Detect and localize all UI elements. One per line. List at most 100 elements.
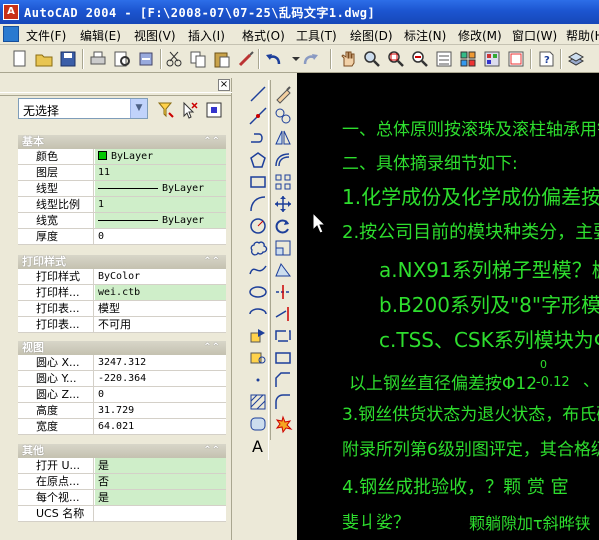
document-icon[interactable] [3, 26, 19, 42]
make-block-icon[interactable] [248, 348, 268, 368]
drawing-text-line[interactable]: b.B200系列及"8"字形模块 [379, 289, 599, 318]
drawing-text-line[interactable]: 颗躺隙加τ斜晔铗 [469, 510, 591, 534]
join-icon[interactable] [273, 348, 293, 368]
row-plot-table-attached[interactable]: 打印表... 模型 [18, 301, 226, 317]
row-thickness[interactable]: 厚度 0 [18, 229, 226, 245]
array-icon[interactable] [273, 172, 293, 192]
cut-icon[interactable] [164, 49, 184, 69]
drawing-text-line[interactable]: 3.钢丝供货状态为退火状态，布氏硬度 [342, 400, 599, 425]
copy-icon[interactable] [188, 49, 208, 69]
properties-icon[interactable] [434, 49, 454, 69]
menu-insert[interactable]: 插入(I) [188, 27, 225, 44]
hatch-icon[interactable] [248, 392, 268, 412]
multiline-text-icon[interactable]: A [248, 436, 268, 456]
chevron-down-icon[interactable]: ▼ [130, 99, 147, 118]
row-ucs-per-viewport[interactable]: 每个视... 是 [18, 490, 226, 506]
menu-help[interactable]: 帮助(H) [566, 27, 599, 44]
row-layer[interactable]: 图层 11 [18, 165, 226, 181]
drawing-text-line[interactable]: 4.钢丝成批验收，？颗 赏 宦 [342, 473, 569, 499]
drawing-text-line[interactable]: a.NX91系列梯子型模？槲？ [379, 254, 599, 283]
save-icon[interactable] [58, 49, 78, 69]
pan-realtime-icon[interactable] [338, 49, 358, 69]
selection-dropdown[interactable]: 无选择 ▼ [18, 98, 148, 119]
rotate-icon[interactable] [273, 216, 293, 236]
drawing-text-line[interactable]: 2.按公司目前的模块种类分，主要有三 [342, 218, 599, 244]
quick-select-icon[interactable] [156, 100, 176, 120]
trim-icon[interactable] [273, 282, 293, 302]
menu-edit[interactable]: 编辑(E) [80, 27, 121, 44]
menu-dimension[interactable]: 标注(N) [404, 27, 446, 44]
collapse-icon[interactable]: ⌃⌃ [203, 135, 220, 149]
row-ucs-icon-on[interactable]: 打开 U... 是 [18, 458, 226, 474]
erase-icon[interactable] [273, 84, 293, 104]
row-center-x[interactable]: 圆心 X... 3247.312 [18, 355, 226, 371]
region-icon[interactable] [248, 414, 268, 434]
collapse-icon[interactable]: ⌃⌃ [203, 444, 220, 458]
help-icon[interactable]: ? [536, 49, 556, 69]
menu-modify[interactable]: 修改(M) [458, 27, 502, 44]
menu-format[interactable]: 格式(O) [242, 27, 285, 44]
drawing-text-line[interactable]: 二、具体摘录细节如下: [342, 149, 518, 174]
drawing-text-line[interactable]: 1.化学成份及化学成份偏差按GB/T [342, 181, 599, 210]
zoom-previous-icon[interactable] [410, 49, 430, 69]
ellipse-icon[interactable] [248, 282, 268, 302]
section-misc-header[interactable]: 其他 ⌃⌃ [18, 444, 226, 458]
select-objects-icon[interactable] [180, 100, 200, 120]
row-plot-table-type[interactable]: 打印表... 不可用 [18, 317, 226, 333]
explode-icon[interactable] [273, 414, 293, 434]
tool-palettes-icon[interactable] [482, 49, 502, 69]
stretch-icon[interactable] [273, 260, 293, 280]
collapse-icon[interactable]: ⌃⌃ [203, 255, 220, 269]
menu-view[interactable]: 视图(V) [134, 27, 176, 44]
design-center-icon[interactable] [458, 49, 478, 69]
polyline-icon[interactable] [248, 128, 268, 148]
palette-grip[interactable] [0, 92, 232, 96]
ellipse-arc-icon[interactable] [248, 304, 268, 324]
menu-tools[interactable]: 工具(T) [296, 27, 337, 44]
undo-icon[interactable] [264, 49, 284, 69]
chamfer-icon[interactable] [273, 370, 293, 390]
drawing-text-line[interactable]: 斐丩娑？ [342, 508, 410, 533]
point-icon[interactable] [248, 370, 268, 390]
extend-icon[interactable] [273, 304, 293, 324]
new-file-icon[interactable] [10, 49, 30, 69]
open-folder-icon[interactable] [34, 49, 54, 69]
row-height[interactable]: 高度 31.729 [18, 403, 226, 419]
copy-object-icon[interactable] [273, 106, 293, 126]
plot-preview-icon[interactable] [112, 49, 132, 69]
redo-icon[interactable] [300, 49, 320, 69]
circle-icon[interactable] [248, 216, 268, 236]
menu-window[interactable]: 窗口(W) [512, 27, 557, 44]
row-width[interactable]: 宽度 64.021 [18, 419, 226, 435]
line-icon[interactable] [248, 84, 268, 104]
zoom-window-icon[interactable] [386, 49, 406, 69]
section-basic-header[interactable]: 基本 ⌃⌃ [18, 135, 226, 149]
paste-icon[interactable] [212, 49, 232, 69]
offset-icon[interactable] [273, 150, 293, 170]
drawing-canvas[interactable]: 一、总体原则按滚珠及滚柱轴承用铬钢 二、具体摘录细节如下: 1.化学成份及化学成… [297, 73, 599, 540]
drawing-text-line[interactable]: 附录所列第6级别图评定，其合格级别 [342, 435, 599, 460]
layers-icon[interactable] [566, 49, 586, 69]
row-center-y[interactable]: 圆心 Y... -220.364 [18, 371, 226, 387]
mirror-icon[interactable] [273, 128, 293, 148]
dbconnect-icon[interactable] [506, 49, 526, 69]
drawing-text-line[interactable]: 以上钢丝直径偏差按Φ12 [349, 369, 537, 394]
rectangle-icon[interactable] [248, 172, 268, 192]
construction-line-icon[interactable] [248, 106, 268, 126]
drawing-text-line[interactable]: c.TSS、CSK系列模块为Φ [379, 324, 599, 353]
scale-icon[interactable] [273, 238, 293, 258]
fillet-icon[interactable] [273, 392, 293, 412]
collapse-icon[interactable]: ⌃⌃ [203, 341, 220, 355]
section-plot-style-header[interactable]: 打印样式 ⌃⌃ [18, 255, 226, 269]
tolerance-upper[interactable]: 0 [540, 358, 547, 371]
print-icon[interactable] [88, 49, 108, 69]
drawing-text-line[interactable]: 一、总体原则按滚珠及滚柱轴承用铬钢 [342, 115, 599, 140]
move-icon[interactable] [273, 194, 293, 214]
revision-cloud-icon[interactable] [248, 238, 268, 258]
publish-icon[interactable] [136, 49, 156, 69]
row-plot-style[interactable]: 打印样式 ByColor [18, 269, 226, 285]
tolerance-lower[interactable]: -0.12 [536, 375, 570, 390]
pickadd-toggle-icon[interactable] [204, 100, 224, 120]
spline-icon[interactable] [248, 260, 268, 280]
insert-block-icon[interactable] [248, 326, 268, 346]
